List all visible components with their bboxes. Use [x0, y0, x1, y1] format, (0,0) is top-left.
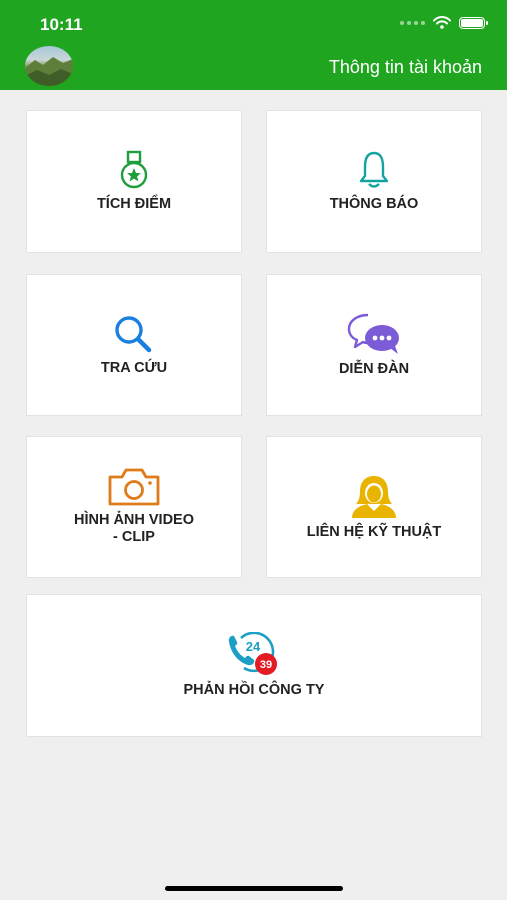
tile-technical-contact[interactable]: LIÊN HỆ KỸ THUẬT [266, 436, 482, 578]
signal-icon [400, 20, 425, 25]
bell-icon [359, 151, 389, 188]
home-indicator[interactable] [165, 886, 343, 891]
avatar[interactable] [25, 46, 73, 86]
tile-label: PHẢN HỒI CÔNG TY [183, 682, 325, 698]
tile-media[interactable]: HÌNH ẢNH VIDEO - CLIP [26, 436, 242, 578]
tile-company-feedback[interactable]: 24 39 PHẢN HỒI CÔNG TY [26, 594, 482, 737]
tile-forum[interactable]: DIỄN ĐÀN [266, 274, 482, 416]
search-icon [115, 315, 152, 352]
support-agent-icon [352, 475, 396, 518]
tile-notifications[interactable]: THÔNG BÁO [266, 110, 482, 253]
tile-label: TRA CỨU [100, 359, 168, 376]
tile-label: HÌNH ẢNH VIDEO - CLIP [73, 512, 195, 545]
phone-24-text: 24 [246, 639, 261, 654]
phone-24-icon: 24 39 [228, 632, 277, 675]
app-header: 10:11 Thông tin tài khoản [0, 0, 507, 90]
camera-icon [108, 468, 160, 506]
tile-label: DIỄN ĐÀN [338, 360, 410, 377]
tile-label: TÍCH ĐIỂM [96, 196, 172, 212]
status-time: 10:11 [40, 15, 83, 34]
tile-search[interactable]: TRA CỨU [26, 274, 242, 416]
wifi-icon [433, 16, 451, 29]
tile-label: THÔNG BÁO [329, 196, 419, 212]
account-info-link[interactable]: Thông tin tài khoản [329, 57, 482, 78]
tile-label: LIÊN HỆ KỸ THUẬT [306, 523, 442, 540]
chat-bubbles-icon [347, 313, 399, 354]
tile-points[interactable]: TÍCH ĐIỂM [26, 110, 242, 253]
feedback-badge: 39 [260, 659, 272, 671]
medal-icon [120, 150, 148, 189]
status-icons [400, 16, 488, 29]
battery-icon [459, 16, 488, 29]
